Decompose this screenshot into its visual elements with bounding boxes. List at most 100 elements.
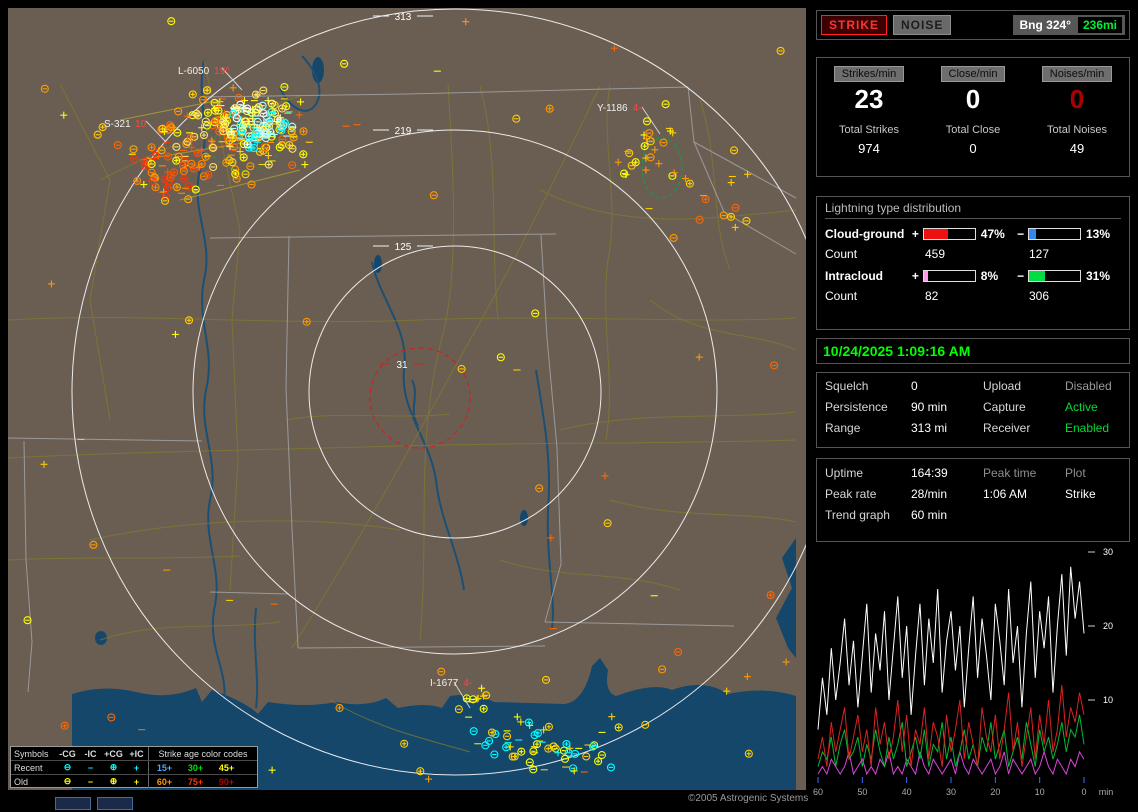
svg-text:219: 219 — [395, 126, 412, 137]
minus-icon: − — [87, 776, 94, 787]
cloud-ground-row: Cloud-ground + 47% − 13% — [825, 226, 1121, 242]
plus-sign: + — [911, 269, 919, 283]
svg-text:10: 10 — [1103, 695, 1113, 705]
cg-minus-bar-fill — [1029, 229, 1037, 239]
legend-old-label: Old — [14, 776, 29, 787]
age-code-45: 45+ — [218, 762, 235, 773]
intracloud-count-row: Count 82 306 — [825, 289, 1121, 303]
minimized-panel-button-2[interactable] — [97, 797, 133, 810]
uptime-value: 164:39 — [911, 466, 948, 480]
receiver-status-panel: Squelch 0 Upload Disabled Persistence 90… — [816, 372, 1130, 448]
plus-icon: + — [133, 776, 140, 787]
receiver-label: Receiver — [983, 421, 1031, 435]
svg-text:20: 20 — [990, 787, 1000, 797]
legend-age-title: Strike age color codes — [158, 748, 248, 759]
count-label: Count — [825, 289, 858, 303]
circle-plus-icon: ⊕ — [109, 762, 118, 772]
noises-per-min-chip[interactable]: Noises/min — [1041, 66, 1113, 82]
legend-header-row: Symbols -CG -IC +CG +IC Strike age color… — [11, 747, 257, 761]
svg-text:L-605019^: L-6050 19^ — [178, 66, 230, 77]
plus-sign: + — [911, 227, 919, 241]
ic-plus-bar-fill — [924, 271, 929, 281]
legend-symbols-label: Symbols — [14, 748, 49, 759]
capture-value: Active — [1065, 400, 1098, 414]
rate-stats-panel: Strikes/min 23 Total Strikes 974 Close/m… — [816, 57, 1130, 177]
legend-col-pos-ic: +IC — [129, 748, 144, 759]
bearing-value: Bng 324° — [1019, 18, 1071, 32]
age-code-90: 90+ — [218, 776, 235, 787]
noises-stat-column: Noises/min 0 Total Noises 49 — [1025, 58, 1129, 176]
squelch-value: 0 — [911, 379, 918, 393]
noise-mode-button[interactable]: NOISE — [893, 15, 952, 35]
trend-graph: 10 20 30 60 50 40 30 20 10 0 min — [813, 547, 1114, 797]
trend-graph-value: 60 min — [911, 508, 948, 522]
cloud-ground-count-row: Count 459 127 — [825, 247, 1121, 261]
svg-text:20: 20 — [1103, 621, 1113, 631]
lightning-map[interactable]: 313 219 125 31 L-6050 19^ S-321 10 Y-1186 4- I-167… — [8, 8, 806, 790]
ic-minus-bar-fill — [1029, 271, 1046, 281]
close-per-min-chip[interactable]: Close/min — [940, 66, 1006, 82]
legend-old-row: Old ⊖ − ⊕ + 60+ 75+ 90+ — [11, 775, 257, 788]
peak-time-label: Peak time — [983, 466, 1037, 480]
close-stat-column: Close/min 0 Total Close 0 — [921, 58, 1025, 176]
current-datetime: 10/24/2025 1:09:16 AM — [823, 343, 971, 359]
circle-plus-icon: ⊕ — [109, 776, 118, 786]
plot-value: Strike — [1065, 487, 1096, 501]
minimized-panel-button-1[interactable] — [55, 797, 91, 810]
svg-text:30: 30 — [946, 787, 956, 797]
cg-minus-pct: 13% — [1086, 227, 1111, 241]
cg-plus-pct: 47% — [980, 227, 1005, 241]
legend-recent-label: Recent — [14, 762, 43, 773]
capture-label: Capture — [983, 400, 1026, 414]
circle-minus-icon: ⊖ — [63, 776, 72, 786]
cloud-ground-label: Cloud-ground — [825, 227, 905, 241]
lightning-tracker-app: 313 219 125 31 L-6050 19^ S-321 10 Y-1186 4- I-167… — [0, 0, 1138, 812]
legend-col-neg-cg: -CG — [59, 748, 76, 759]
total-close-value: 0 — [969, 141, 977, 156]
close-per-min-value: 0 — [965, 84, 981, 114]
intracloud-label: Intracloud — [825, 269, 884, 283]
receiver-value: Enabled — [1065, 421, 1110, 435]
ic-plus-pct: 8% — [980, 269, 999, 283]
legend-col-pos-cg: +CG — [104, 748, 123, 759]
strikes-per-min-value: 23 — [854, 84, 884, 114]
plot-label: Plot — [1065, 466, 1086, 480]
peak-rate-value: 28/min — [911, 487, 948, 501]
total-strikes-label: Total Strikes — [839, 124, 899, 136]
map-legend: Symbols -CG -IC +CG +IC Strike age color… — [10, 746, 258, 788]
svg-text:min: min — [1099, 787, 1114, 797]
cg-plus-bar-fill — [924, 229, 948, 239]
svg-text:30: 30 — [1103, 547, 1113, 557]
total-noises-label: Total Noises — [1047, 124, 1107, 136]
copyright-text: ©2005 Astrogenic Systems — [688, 793, 809, 804]
svg-text:I-16774-: I-1677 4- — [430, 678, 472, 689]
svg-text:125: 125 — [395, 242, 412, 253]
minus-sign: − — [1017, 227, 1025, 241]
total-strikes-value: 974 — [858, 141, 880, 156]
svg-text:50: 50 — [857, 787, 867, 797]
persistence-value: 90 min — [911, 400, 948, 414]
lightning-distribution-panel: Lightning type distribution Cloud-ground… — [816, 196, 1130, 330]
ic-minus-bar — [1028, 270, 1081, 282]
minus-sign: − — [1017, 269, 1025, 283]
range-setting-value: 313 mi — [911, 421, 948, 435]
cg-minus-count: 127 — [1029, 247, 1050, 261]
datetime-panel: 10/24/2025 1:09:16 AM — [816, 338, 1130, 364]
age-code-60: 60+ — [156, 776, 173, 787]
range-value: 236mi — [1077, 17, 1122, 33]
svg-text:Y-11864-: Y-1186 4- — [597, 103, 642, 114]
cg-plus-count: 459 — [925, 247, 946, 261]
cg-plus-bar — [923, 228, 976, 240]
strike-mode-button[interactable]: STRIKE — [821, 15, 888, 35]
map-canvas[interactable]: 313 219 125 31 L-6050 19^ S-321 10 Y-1186 4- I-167… — [8, 8, 806, 790]
total-noises-value: 49 — [1069, 141, 1085, 156]
minus-icon: − — [87, 762, 94, 773]
svg-text:S-32110: S-321 10 — [104, 119, 147, 130]
uptime-label: Uptime — [825, 466, 864, 480]
legend-col-neg-ic: -IC — [84, 748, 97, 759]
cg-minus-bar — [1028, 228, 1081, 240]
count-label: Count — [825, 247, 858, 261]
strikes-per-min-chip[interactable]: Strikes/min — [833, 66, 905, 82]
upload-value: Disabled — [1065, 379, 1112, 393]
squelch-label: Squelch — [825, 379, 869, 393]
